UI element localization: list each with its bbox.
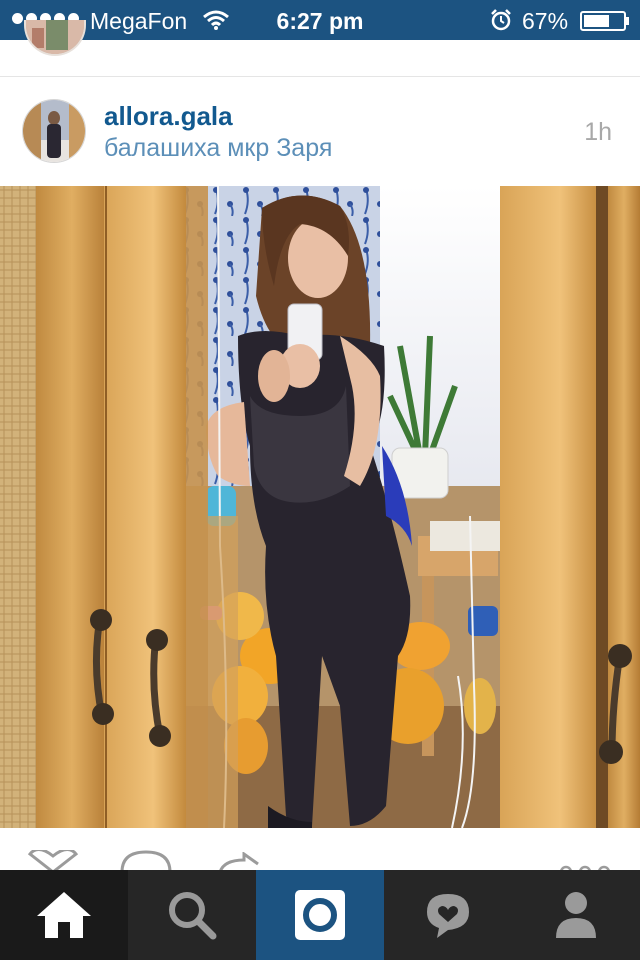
share-icon[interactable]: [216, 852, 262, 872]
alarm-icon: [491, 9, 511, 31]
activity-icon: [427, 894, 469, 938]
post-photo[interactable]: [0, 186, 640, 828]
post-divider: [0, 76, 640, 77]
like-icon[interactable]: [24, 850, 82, 872]
home-icon: [37, 892, 91, 938]
battery-icon: [580, 11, 629, 31]
post-username[interactable]: allora.gala: [104, 101, 233, 132]
tab-home[interactable]: [0, 870, 128, 960]
camera-icon: [295, 890, 345, 940]
battery-percentage: 67%: [522, 8, 569, 34]
user-avatar[interactable]: [22, 99, 86, 163]
tab-search[interactable]: [128, 870, 256, 960]
tab-activity[interactable]: [384, 870, 512, 960]
comment-icon[interactable]: [118, 850, 174, 872]
status-bar: MegaFon 6:27 pm 67%: [0, 0, 640, 40]
search-icon: [169, 892, 217, 940]
previous-post-avatar[interactable]: [24, 20, 86, 56]
profile-icon: [556, 892, 596, 938]
tab-bar: [0, 870, 640, 960]
post-time: 1h: [584, 118, 612, 146]
tab-camera[interactable]: [256, 870, 384, 960]
tab-profile[interactable]: [512, 870, 640, 960]
post-location[interactable]: балашиха мкр Заря: [104, 134, 332, 163]
